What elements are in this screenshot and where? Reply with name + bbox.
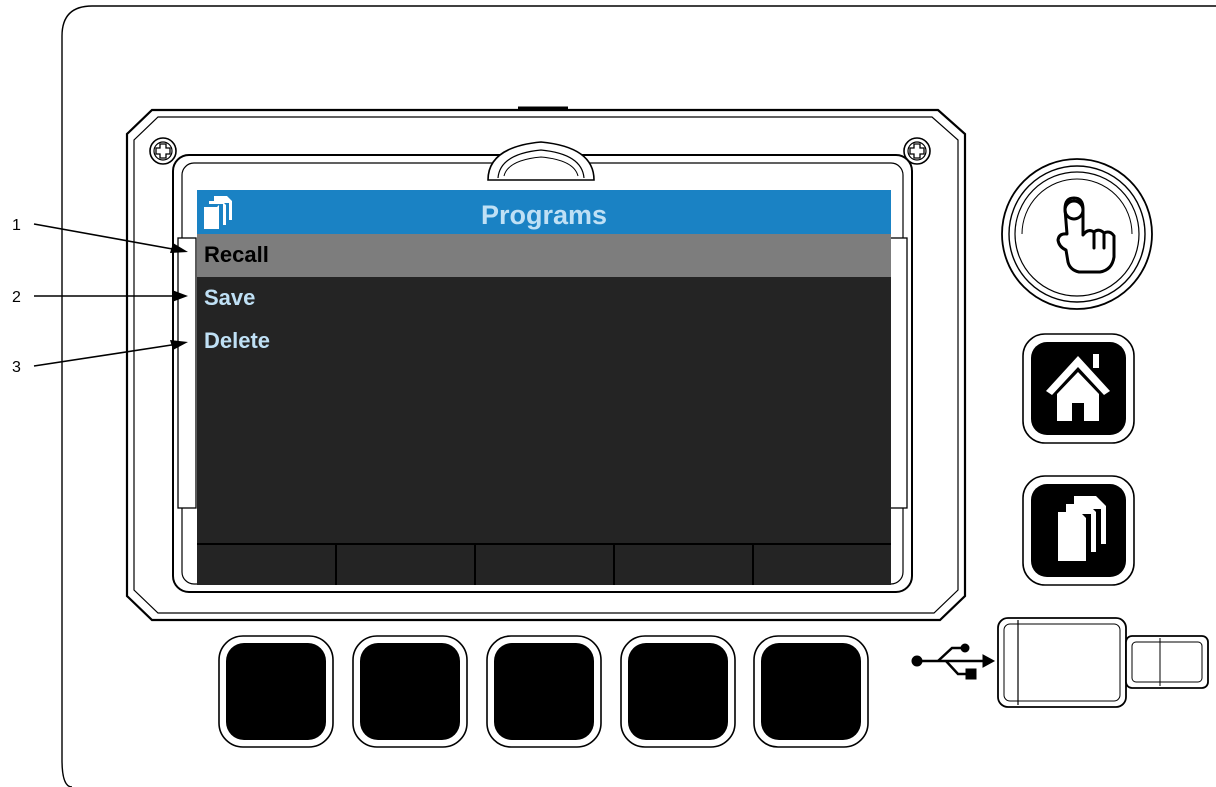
- touch-button[interactable]: [1001, 158, 1153, 310]
- softkey-button-3[interactable]: [486, 635, 602, 748]
- softkey-button-2[interactable]: [352, 635, 468, 748]
- menu-row-save[interactable]: [197, 277, 891, 320]
- softkey-button-5[interactable]: [753, 635, 869, 748]
- menu-item-save[interactable]: Save: [204, 285, 255, 310]
- left-rail: [177, 237, 197, 509]
- programs-button[interactable]: [1022, 475, 1135, 586]
- usb-icon: [911, 643, 996, 680]
- menu-item-recall[interactable]: Recall: [204, 242, 269, 267]
- callout-number-2: 2: [12, 289, 21, 306]
- screw-icon-left: [149, 137, 177, 165]
- softkey-button-1[interactable]: [218, 635, 334, 748]
- control-panel-diagram: Programs Recall Save Delete 1 2 3: [12, 5, 1216, 787]
- right-rail: [888, 237, 908, 509]
- softkey-button-4[interactable]: [620, 635, 736, 748]
- menu-row-recall[interactable]: [197, 234, 891, 277]
- callout-number-3: 3: [12, 359, 21, 376]
- lcd-screen: Programs Recall Save Delete: [197, 190, 891, 585]
- home-button[interactable]: [1022, 333, 1135, 444]
- usb-stick[interactable]: [997, 617, 1209, 708]
- callout-number-1: 1: [12, 217, 21, 234]
- screen-title: Programs: [481, 200, 607, 230]
- menu-row-delete[interactable]: [197, 320, 891, 363]
- menu-item-delete[interactable]: Delete: [204, 328, 270, 353]
